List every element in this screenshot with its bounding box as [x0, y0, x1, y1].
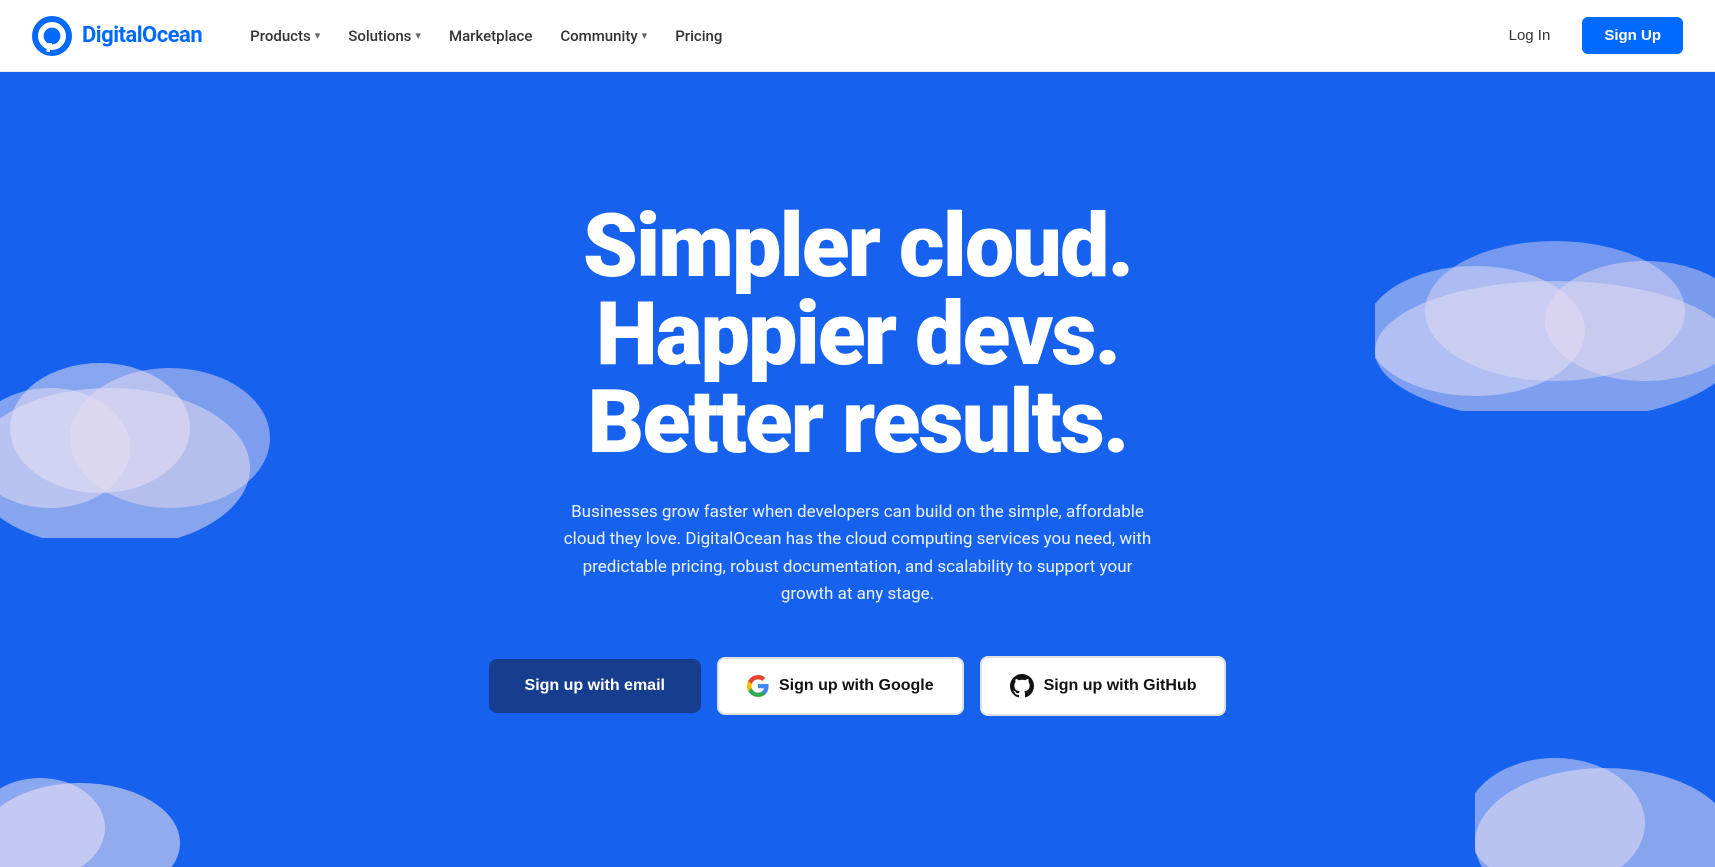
chevron-down-icon: ▾	[642, 29, 648, 42]
hero-heading: Simpler cloud. Happier devs. Better resu…	[489, 203, 1227, 467]
signup-google-button[interactable]: Sign up with Google	[717, 657, 964, 715]
chevron-down-icon: ▾	[415, 29, 421, 42]
do-logo-icon	[32, 16, 72, 56]
nav-solutions[interactable]: Solutions ▾	[336, 19, 433, 53]
nav-pricing[interactable]: Pricing	[663, 19, 734, 53]
cloud-left	[0, 318, 280, 542]
nav-right: Log In Sign Up	[1493, 17, 1683, 54]
nav-marketplace[interactable]: Marketplace	[437, 19, 544, 53]
chevron-down-icon: ▾	[315, 29, 321, 42]
github-icon	[1010, 674, 1034, 698]
nav-left: DigitalOcean Products ▾ Solutions ▾ Mark…	[32, 16, 734, 56]
google-icon	[747, 675, 769, 697]
cloud-bottom-right	[1475, 703, 1715, 867]
nav-links: Products ▾ Solutions ▾ Marketplace Commu…	[238, 19, 734, 53]
hero-content: Simpler cloud. Happier devs. Better resu…	[489, 203, 1227, 716]
navbar: DigitalOcean Products ▾ Solutions ▾ Mark…	[0, 0, 1715, 72]
hero-section: Simpler cloud. Happier devs. Better resu…	[0, 72, 1715, 867]
signup-button[interactable]: Sign Up	[1582, 17, 1683, 54]
hero-subtext: Businesses grow faster when developers c…	[558, 499, 1158, 608]
cloud-bottom-left	[0, 733, 180, 867]
hero-buttons: Sign up with email Sign up with Google S…	[489, 656, 1227, 716]
logo-link[interactable]: DigitalOcean	[32, 16, 202, 56]
login-button[interactable]: Log In	[1493, 19, 1567, 52]
signup-email-button[interactable]: Sign up with email	[489, 659, 701, 713]
logo-text: DigitalOcean	[82, 23, 202, 48]
nav-products[interactable]: Products ▾	[238, 19, 332, 53]
cloud-right	[1375, 231, 1715, 415]
signup-github-button[interactable]: Sign up with GitHub	[980, 656, 1227, 716]
nav-community[interactable]: Community ▾	[548, 19, 659, 53]
